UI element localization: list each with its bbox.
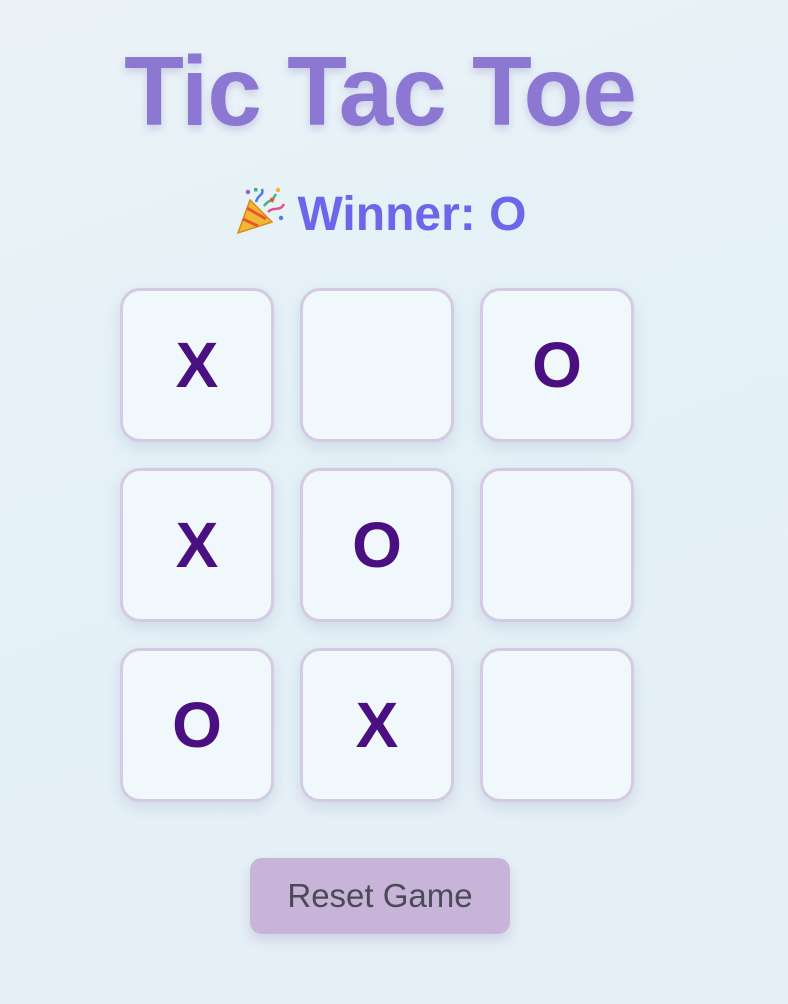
party-popper-icon	[234, 186, 286, 236]
game-status: Winner: O	[0, 186, 760, 239]
reset-game-button[interactable]: Reset Game	[250, 858, 510, 934]
board-cell-8[interactable]: X	[300, 648, 454, 802]
board-cell-7[interactable]: O	[120, 648, 274, 802]
board-cell-1[interactable]: X	[120, 288, 274, 442]
tic-tac-toe-app: Tic Tac Toe Winner: O X O X O O X Reset …	[0, 0, 760, 1004]
board-cell-2[interactable]	[300, 288, 454, 442]
board-cell-9[interactable]	[480, 648, 634, 802]
board-cell-6[interactable]	[480, 468, 634, 622]
board-cell-4[interactable]: X	[120, 468, 274, 622]
board-cell-5[interactable]: O	[300, 468, 454, 622]
game-board: X O X O O X	[120, 288, 640, 808]
status-text: Winner: O	[297, 188, 527, 241]
board-cell-3[interactable]: O	[480, 288, 634, 442]
page-title: Tic Tac Toe	[124, 36, 637, 146]
